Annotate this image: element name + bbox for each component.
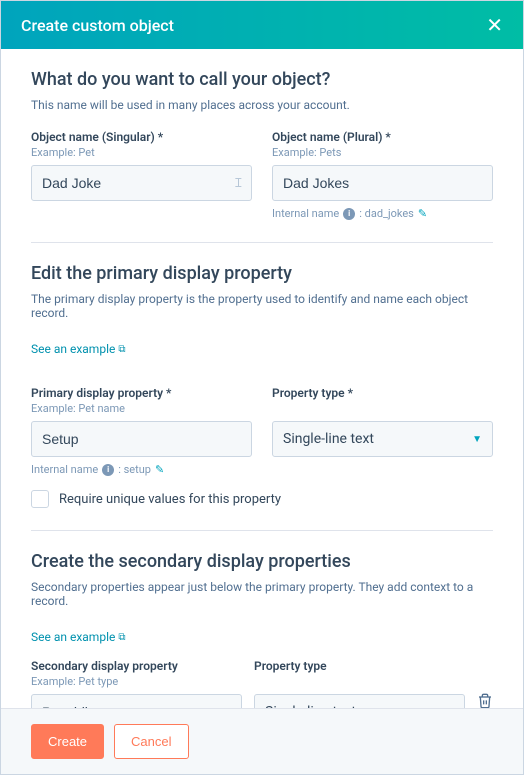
modal-header: Create custom object ✕: [1, 1, 523, 49]
proptype-select[interactable]: Single-line text ▼: [272, 421, 493, 457]
info-icon[interactable]: i: [343, 208, 355, 220]
create-button[interactable]: Create: [31, 724, 104, 759]
divider: [31, 530, 493, 531]
info-icon[interactable]: i: [102, 464, 114, 476]
unique-label: Require unique values for this property: [59, 492, 281, 507]
divider: [31, 242, 493, 243]
external-link-icon: ⧉: [118, 632, 125, 643]
chevron-down-icon: ▼: [472, 434, 482, 445]
singular-label: Object name (Singular) *: [31, 130, 252, 144]
primary-internal-name: Internal name i : setup ✎: [31, 463, 252, 476]
modal-footer: Create Cancel: [1, 708, 523, 774]
section-title: What do you want to call your object?: [31, 69, 493, 90]
text-cursor-icon: ⌶: [235, 176, 242, 191]
unique-checkbox[interactable]: [31, 490, 49, 508]
proptype-label: Property type *: [272, 386, 493, 400]
plural-label: Object name (Plural) *: [272, 130, 493, 144]
pencil-icon[interactable]: ✎: [418, 207, 427, 220]
primary-input[interactable]: [31, 421, 252, 457]
cancel-button[interactable]: Cancel: [114, 724, 188, 759]
primary-example: Example: Pet name: [31, 402, 252, 415]
chevron-down-icon: ▼: [444, 707, 454, 709]
plural-example: Example: Pets: [272, 146, 493, 159]
section-title: Edit the primary display property: [31, 263, 493, 284]
primary-label: Primary display property *: [31, 386, 252, 400]
singular-input[interactable]: [31, 165, 252, 201]
see-example-link[interactable]: See an example ⧉: [31, 630, 126, 644]
secondary-example: Example: Pet type: [31, 675, 242, 688]
plural-input[interactable]: [272, 165, 493, 201]
proptype-select[interactable]: Single-line text ▼: [254, 694, 465, 708]
plural-internal-name: Internal name i : dad_jokes ✎: [272, 207, 493, 220]
section-object-name: What do you want to call your object? Th…: [31, 69, 493, 220]
section-primary-property: Edit the primary display property The pr…: [31, 263, 493, 508]
proptype-label: Property type: [254, 659, 465, 673]
close-icon[interactable]: ✕: [486, 15, 503, 35]
section-secondary-properties: Create the secondary display properties …: [31, 551, 493, 708]
section-desc: The primary display property is the prop…: [31, 292, 493, 320]
secondary-input[interactable]: [31, 694, 242, 708]
secondary-label: Secondary display property: [31, 659, 242, 673]
section-desc: This name will be used in many places ac…: [31, 98, 493, 112]
modal-body: What do you want to call your object? Th…: [1, 49, 523, 708]
trash-icon[interactable]: [477, 687, 493, 708]
section-desc: Secondary properties appear just below t…: [31, 580, 493, 608]
create-custom-object-modal: Create custom object ✕ What do you want …: [0, 0, 524, 775]
external-link-icon: ⧉: [118, 344, 125, 355]
pencil-icon[interactable]: ✎: [155, 463, 164, 476]
section-title: Create the secondary display properties: [31, 551, 493, 572]
see-example-link[interactable]: See an example ⧉: [31, 342, 126, 356]
singular-example: Example: Pet: [31, 146, 252, 159]
modal-title: Create custom object: [21, 16, 174, 35]
